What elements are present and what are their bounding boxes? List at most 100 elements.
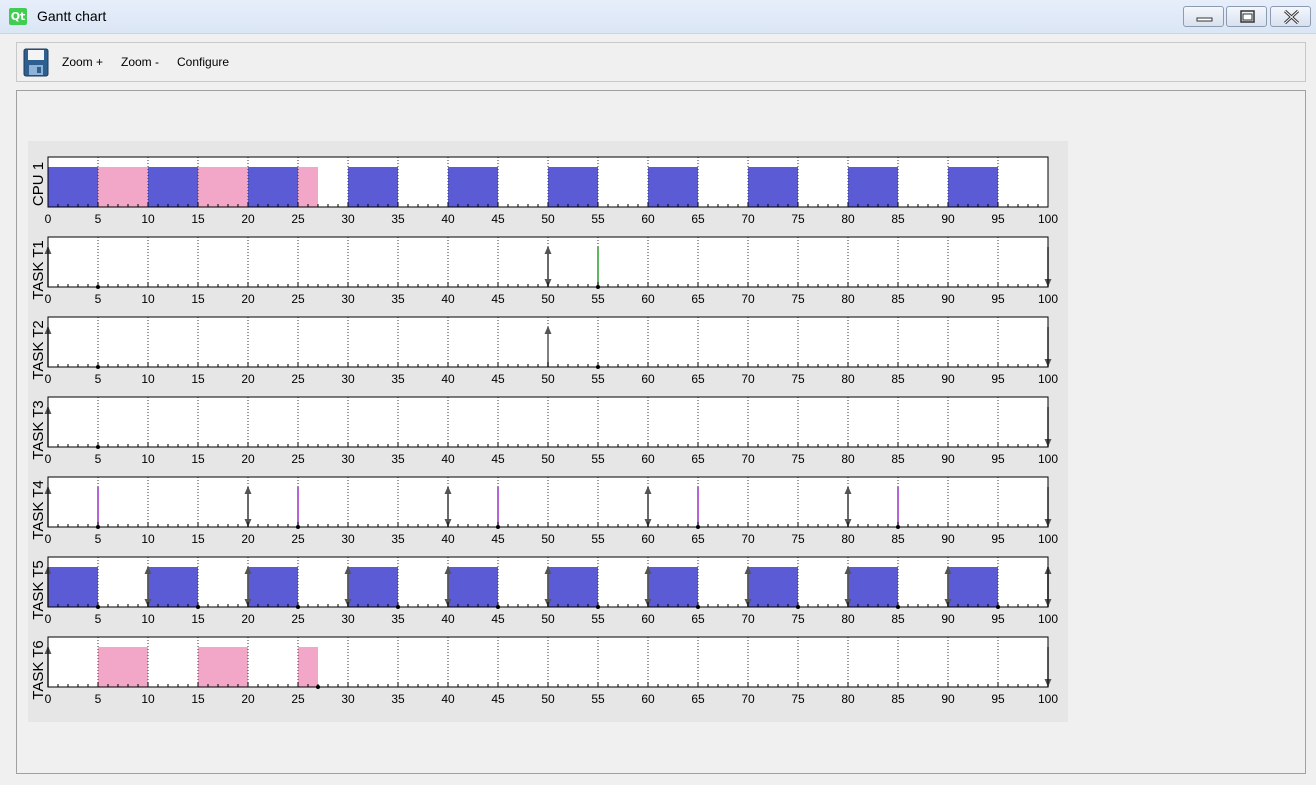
gantt-row: 0 5 10 15 20 25 30 35 40 45 50 55 60 65 70 75 80 85 90 95 10… [30, 156, 1058, 226]
gantt-bar [648, 567, 698, 607]
tick-label: 90 [941, 212, 955, 226]
tick-label: 55 [591, 452, 605, 466]
tick-label: 65 [691, 612, 705, 626]
row-label: TASK T5 [30, 560, 47, 619]
gantt-bar [348, 167, 398, 207]
tick-label: 40 [441, 212, 455, 226]
tick-label: 75 [791, 692, 805, 706]
tick-label: 25 [291, 692, 305, 706]
tick-label: 55 [591, 372, 605, 386]
tick-label: 100 [1038, 532, 1058, 546]
gantt-row: 0 5 10 15 20 25 30 35 40 45 50 55 60 65 70 75 80 85 90 95 10… [30, 636, 1058, 706]
tick-label: 10 [141, 292, 155, 306]
tick-label: 45 [491, 292, 505, 306]
tick-label: 95 [991, 292, 1005, 306]
tick-label: 55 [591, 532, 605, 546]
tick-label: 100 [1038, 692, 1058, 706]
gantt-row: 0 5 10 15 20 25 30 35 40 45 50 55 60 65 70 75 80 85 90 95 10… [30, 316, 1058, 386]
tick-label: 15 [191, 532, 205, 546]
zoom-in-button[interactable]: Zoom + [62, 55, 103, 69]
row-label: CPU 1 [30, 162, 47, 206]
gantt-bar [348, 567, 398, 607]
tick-label: 80 [841, 532, 855, 546]
tick-label: 50 [541, 212, 555, 226]
gantt-bar [848, 567, 898, 607]
tick-label: 95 [991, 692, 1005, 706]
tick-label: 65 [691, 452, 705, 466]
tick-label: 55 [591, 212, 605, 226]
configure-button[interactable]: Configure [177, 55, 229, 69]
tick-label: 5 [95, 532, 102, 546]
tick-label: 70 [741, 292, 755, 306]
tick-label: 15 [191, 372, 205, 386]
zoom-out-button[interactable]: Zoom - [121, 55, 159, 69]
row-label: TASK T1 [30, 240, 47, 299]
gantt-bar [248, 167, 298, 207]
tick-label: 65 [691, 532, 705, 546]
tick-label: 85 [891, 292, 905, 306]
tick-label: 45 [491, 452, 505, 466]
tick-label: 15 [191, 612, 205, 626]
gantt-bar [948, 167, 998, 207]
tick-label: 35 [391, 212, 405, 226]
tick-label: 80 [841, 372, 855, 386]
tick-label: 10 [141, 612, 155, 626]
tick-label: 30 [341, 612, 355, 626]
close-button[interactable] [1270, 6, 1311, 27]
gantt-svg: 0 5 10 15 20 25 30 35 40 45 50 55 60 65 70 75 80 85 90 95 10… [30, 156, 1058, 706]
tick-label: 75 [791, 212, 805, 226]
close-icon [1283, 9, 1300, 25]
tick-label: 35 [391, 372, 405, 386]
tick-label: 60 [641, 292, 655, 306]
tick-label: 20 [241, 292, 255, 306]
minimize-button[interactable] [1183, 6, 1224, 27]
tick-label: 80 [841, 692, 855, 706]
tick-label: 100 [1038, 212, 1058, 226]
tick-label: 95 [991, 532, 1005, 546]
gantt-bar [448, 167, 498, 207]
tick-label: 20 [241, 692, 255, 706]
tick-label: 25 [291, 292, 305, 306]
tick-label: 60 [641, 532, 655, 546]
tick-label: 85 [891, 532, 905, 546]
tick-label: 90 [941, 612, 955, 626]
tick-label: 30 [341, 692, 355, 706]
gantt-bar [448, 567, 498, 607]
tick-label: 60 [641, 372, 655, 386]
tick-label: 85 [891, 612, 905, 626]
save-icon[interactable] [23, 48, 49, 77]
tick-label: 25 [291, 372, 305, 386]
tick-label: 100 [1038, 452, 1058, 466]
tick-label: 60 [641, 452, 655, 466]
gantt-bar [298, 647, 318, 687]
toolbar: Zoom + Zoom - Configure [16, 42, 1306, 82]
gantt-bar [648, 167, 698, 207]
gantt-bar [948, 567, 998, 607]
maximize-icon [1240, 10, 1255, 23]
gantt-bar [198, 167, 248, 207]
row-label: TASK T3 [30, 400, 47, 459]
gantt-bar [148, 167, 198, 207]
tick-label: 85 [891, 692, 905, 706]
gantt-bar [98, 647, 148, 687]
gantt-bar [98, 167, 148, 207]
window-title: Gantt chart [37, 8, 107, 24]
tick-label: 85 [891, 212, 905, 226]
tick-label: 35 [391, 692, 405, 706]
tick-label: 70 [741, 692, 755, 706]
tick-label: 30 [341, 212, 355, 226]
minimize-icon [1196, 17, 1213, 22]
tick-label: 75 [791, 452, 805, 466]
tick-label: 70 [741, 212, 755, 226]
tick-label: 10 [141, 532, 155, 546]
tick-label: 65 [691, 372, 705, 386]
tick-label: 40 [441, 612, 455, 626]
tick-label: 25 [291, 212, 305, 226]
maximize-button[interactable] [1226, 6, 1267, 27]
tick-label: 45 [491, 612, 505, 626]
tick-label: 50 [541, 692, 555, 706]
tick-label: 25 [291, 532, 305, 546]
title-bar: Qt Gantt chart [0, 0, 1316, 34]
gantt-row: 0 5 10 15 20 25 30 35 40 45 50 55 60 65 70 75 80 85 90 95 10… [30, 476, 1058, 546]
tick-label: 80 [841, 612, 855, 626]
